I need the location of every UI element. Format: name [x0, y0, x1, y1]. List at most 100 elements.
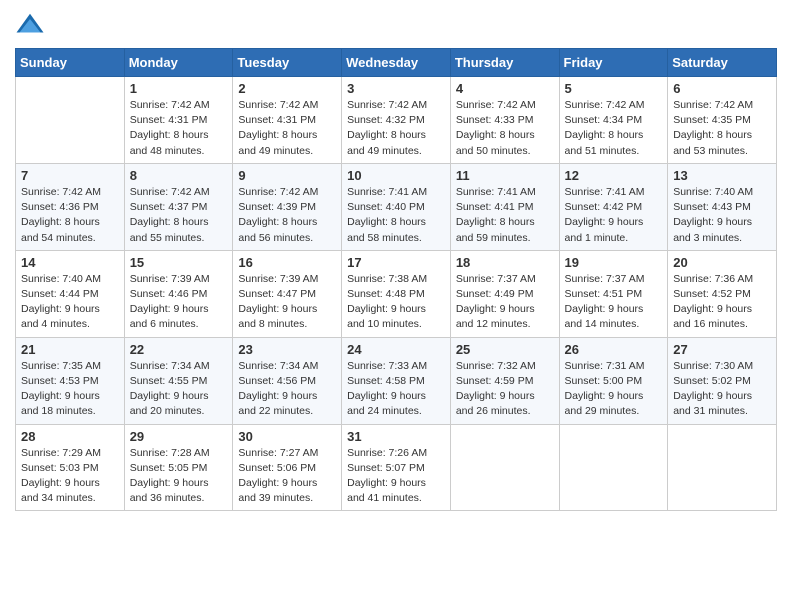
- day-info: Sunrise: 7:34 AMSunset: 4:56 PMDaylight:…: [238, 359, 336, 420]
- day-number: 31: [347, 429, 445, 444]
- weekday-header-wednesday: Wednesday: [342, 49, 451, 77]
- day-number: 6: [673, 81, 771, 96]
- day-cell: 1 Sunrise: 7:42 AMSunset: 4:31 PMDaylight…: [124, 77, 233, 164]
- day-info: Sunrise: 7:42 AMSunset: 4:33 PMDaylight:…: [456, 98, 554, 159]
- day-number: 1: [130, 81, 228, 96]
- day-number: 19: [565, 255, 663, 270]
- day-number: 16: [238, 255, 336, 270]
- week-row-1: 1 Sunrise: 7:42 AMSunset: 4:31 PMDaylight…: [16, 77, 777, 164]
- day-info: Sunrise: 7:35 AMSunset: 4:53 PMDaylight:…: [21, 359, 119, 420]
- day-cell: 10 Sunrise: 7:41 AMSunset: 4:40 PMDayligh…: [342, 163, 451, 250]
- day-cell: 13Sunrise: 7:40 AMSunset: 4:43 PMDayligh…: [668, 163, 777, 250]
- day-cell: 22 Sunrise: 7:34 AMSunset: 4:55 PMDayligh…: [124, 337, 233, 424]
- weekday-header-friday: Friday: [559, 49, 668, 77]
- day-cell: 5 Sunrise: 7:42 AMSunset: 4:34 PMDaylight…: [559, 77, 668, 164]
- day-number: 24: [347, 342, 445, 357]
- day-number: 29: [130, 429, 228, 444]
- weekday-header-monday: Monday: [124, 49, 233, 77]
- day-number: 15: [130, 255, 228, 270]
- day-number: 2: [238, 81, 336, 96]
- day-cell: 27 Sunrise: 7:30 AMSunset: 5:02 PMDayligh…: [668, 337, 777, 424]
- day-number: 10: [347, 168, 445, 183]
- day-cell: [450, 424, 559, 511]
- week-row-2: 7 Sunrise: 7:42 AMSunset: 4:36 PMDaylight…: [16, 163, 777, 250]
- day-info: Sunrise: 7:27 AMSunset: 5:06 PMDaylight:…: [238, 446, 336, 507]
- day-cell: 7 Sunrise: 7:42 AMSunset: 4:36 PMDaylight…: [16, 163, 125, 250]
- day-cell: 26 Sunrise: 7:31 AMSunset: 5:00 PMDayligh…: [559, 337, 668, 424]
- day-cell: 24 Sunrise: 7:33 AMSunset: 4:58 PMDayligh…: [342, 337, 451, 424]
- day-cell: [16, 77, 125, 164]
- day-info: Sunrise: 7:28 AMSunset: 5:05 PMDaylight:…: [130, 446, 228, 507]
- day-cell: 11Sunrise: 7:41 AMSunset: 4:41 PMDayligh…: [450, 163, 559, 250]
- day-info: Sunrise: 7:29 AMSunset: 5:03 PMDaylight:…: [21, 446, 119, 507]
- day-cell: 21 Sunrise: 7:35 AMSunset: 4:53 PMDayligh…: [16, 337, 125, 424]
- weekday-header-sunday: Sunday: [16, 49, 125, 77]
- day-info: Sunrise: 7:26 AMSunset: 5:07 PMDaylight:…: [347, 446, 445, 507]
- day-cell: 16 Sunrise: 7:39 AMSunset: 4:47 PMDayligh…: [233, 250, 342, 337]
- day-number: 20: [673, 255, 771, 270]
- week-row-3: 14 Sunrise: 7:40 AMSunset: 4:44 PMDayligh…: [16, 250, 777, 337]
- day-info: Sunrise: 7:33 AMSunset: 4:58 PMDaylight:…: [347, 359, 445, 420]
- day-cell: 29 Sunrise: 7:28 AMSunset: 5:05 PMDayligh…: [124, 424, 233, 511]
- day-info: Sunrise: 7:42 AMSunset: 4:31 PMDaylight:…: [130, 98, 228, 159]
- day-info: Sunrise: 7:40 AMSunset: 4:44 PMDaylight:…: [21, 272, 119, 333]
- day-number: 14: [21, 255, 119, 270]
- day-number: 13: [673, 168, 771, 183]
- day-number: 21: [21, 342, 119, 357]
- day-number: 26: [565, 342, 663, 357]
- day-cell: 15 Sunrise: 7:39 AMSunset: 4:46 PMDayligh…: [124, 250, 233, 337]
- day-number: 4: [456, 81, 554, 96]
- weekday-header-row: SundayMondayTuesdayWednesdayThursdayFrid…: [16, 49, 777, 77]
- day-number: 27: [673, 342, 771, 357]
- day-cell: 25 Sunrise: 7:32 AMSunset: 4:59 PMDayligh…: [450, 337, 559, 424]
- day-cell: [559, 424, 668, 511]
- day-cell: 6Sunrise: 7:42 AMSunset: 4:35 PMDaylight…: [668, 77, 777, 164]
- calendar-table: SundayMondayTuesdayWednesdayThursdayFrid…: [15, 48, 777, 511]
- day-number: 3: [347, 81, 445, 96]
- day-info: Sunrise: 7:30 AMSunset: 5:02 PMDaylight:…: [673, 359, 771, 420]
- week-row-4: 21 Sunrise: 7:35 AMSunset: 4:53 PMDayligh…: [16, 337, 777, 424]
- day-cell: 4 Sunrise: 7:42 AMSunset: 4:33 PMDaylight…: [450, 77, 559, 164]
- day-cell: 20Sunrise: 7:36 AMSunset: 4:52 PMDayligh…: [668, 250, 777, 337]
- day-cell: 2Sunrise: 7:42 AMSunset: 4:31 PMDaylight…: [233, 77, 342, 164]
- weekday-header-saturday: Saturday: [668, 49, 777, 77]
- day-cell: 18 Sunrise: 7:37 AMSunset: 4:49 PMDayligh…: [450, 250, 559, 337]
- day-cell: 28 Sunrise: 7:29 AMSunset: 5:03 PMDayligh…: [16, 424, 125, 511]
- day-info: Sunrise: 7:32 AMSunset: 4:59 PMDaylight:…: [456, 359, 554, 420]
- page: SundayMondayTuesdayWednesdayThursdayFrid…: [0, 0, 792, 612]
- day-info: Sunrise: 7:39 AMSunset: 4:46 PMDaylight:…: [130, 272, 228, 333]
- day-info: Sunrise: 7:42 AMSunset: 4:36 PMDaylight:…: [21, 185, 119, 246]
- logo-icon: [15, 10, 45, 40]
- day-number: 7: [21, 168, 119, 183]
- day-info: Sunrise: 7:41 AMSunset: 4:41 PMDaylight:…: [456, 185, 554, 246]
- day-cell: 31 Sunrise: 7:26 AMSunset: 5:07 PMDayligh…: [342, 424, 451, 511]
- day-number: 22: [130, 342, 228, 357]
- day-info: Sunrise: 7:31 AMSunset: 5:00 PMDaylight:…: [565, 359, 663, 420]
- day-info: Sunrise: 7:42 AMSunset: 4:34 PMDaylight:…: [565, 98, 663, 159]
- header: [15, 10, 777, 40]
- day-info: Sunrise: 7:37 AMSunset: 4:49 PMDaylight:…: [456, 272, 554, 333]
- day-info: Sunrise: 7:39 AMSunset: 4:47 PMDaylight:…: [238, 272, 336, 333]
- day-number: 5: [565, 81, 663, 96]
- day-info: Sunrise: 7:41 AMSunset: 4:40 PMDaylight:…: [347, 185, 445, 246]
- day-info: Sunrise: 7:42 AMSunset: 4:32 PMDaylight:…: [347, 98, 445, 159]
- day-info: Sunrise: 7:34 AMSunset: 4:55 PMDaylight:…: [130, 359, 228, 420]
- day-cell: [668, 424, 777, 511]
- day-number: 12: [565, 168, 663, 183]
- day-cell: 14 Sunrise: 7:40 AMSunset: 4:44 PMDayligh…: [16, 250, 125, 337]
- day-cell: 30 Sunrise: 7:27 AMSunset: 5:06 PMDayligh…: [233, 424, 342, 511]
- day-number: 18: [456, 255, 554, 270]
- day-info: Sunrise: 7:38 AMSunset: 4:48 PMDaylight:…: [347, 272, 445, 333]
- day-info: Sunrise: 7:42 AMSunset: 4:39 PMDaylight:…: [238, 185, 336, 246]
- weekday-header-tuesday: Tuesday: [233, 49, 342, 77]
- day-number: 28: [21, 429, 119, 444]
- day-number: 30: [238, 429, 336, 444]
- day-number: 17: [347, 255, 445, 270]
- logo: [15, 10, 49, 40]
- day-number: 23: [238, 342, 336, 357]
- day-number: 25: [456, 342, 554, 357]
- day-info: Sunrise: 7:37 AMSunset: 4:51 PMDaylight:…: [565, 272, 663, 333]
- day-cell: 17 Sunrise: 7:38 AMSunset: 4:48 PMDayligh…: [342, 250, 451, 337]
- weekday-header-thursday: Thursday: [450, 49, 559, 77]
- day-cell: 9Sunrise: 7:42 AMSunset: 4:39 PMDaylight…: [233, 163, 342, 250]
